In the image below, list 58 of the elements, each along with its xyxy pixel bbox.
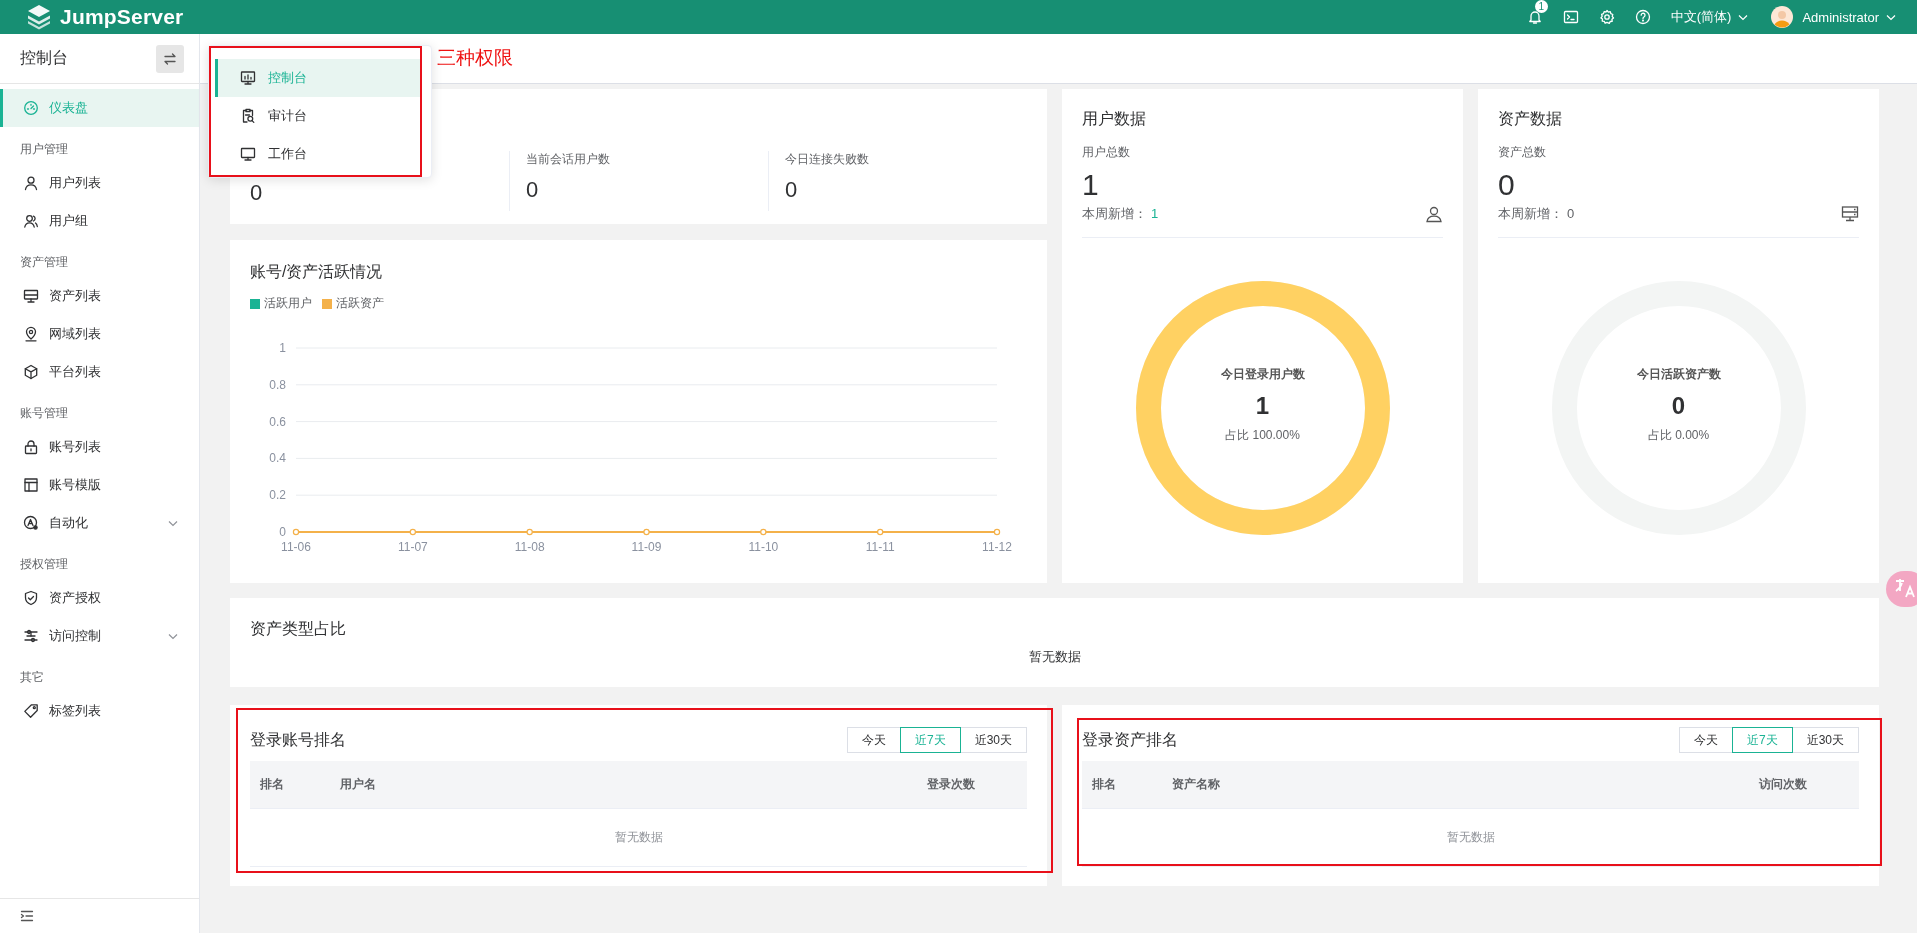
column-header: 访问次数 <box>1758 776 1807 793</box>
weekly-label: 本周新增： <box>1498 206 1563 221</box>
ring-value: 0 <box>1671 392 1686 420</box>
stat-value: 1 <box>1082 167 1099 203</box>
axis-label: 0.8 <box>269 377 286 392</box>
menu-group-label: 用户管理 <box>20 141 68 158</box>
column-header: 排名 <box>1091 776 1116 793</box>
column-header: 登录次数 <box>926 776 975 793</box>
weekly-value: 1 <box>1151 206 1159 221</box>
ring-ratio: 占比 0.00% <box>1647 427 1710 444</box>
stat-value: 0 <box>785 177 798 203</box>
ring-ratio: 占比 100.00% <box>1225 427 1300 444</box>
card-title: 资产类型占比 <box>250 619 347 639</box>
column-header: 资产名称 <box>1171 776 1220 793</box>
menu-group-label: 授权管理 <box>20 556 68 573</box>
stat-label: 今日连接失败数 <box>785 151 869 167</box>
sidebar-title: 控制台 <box>20 48 68 68</box>
weekly-value: 0 <box>1567 206 1575 221</box>
menu-group-label: 资产管理 <box>20 254 68 271</box>
stat-label: 当前会话用户数 <box>526 151 610 167</box>
empty-text: 暂无数据 <box>1028 648 1081 666</box>
annotation-text: 三种权限 <box>437 46 513 70</box>
axis-label: 11-06 <box>281 540 311 554</box>
ring-label: 今日活跃资产数 <box>1636 366 1721 383</box>
legend-label: 活跃资产 <box>336 295 384 312</box>
legend-label: 活跃用户 <box>264 295 312 312</box>
ring-value: 1 <box>1255 392 1270 420</box>
stat-label: 资产总数 <box>1498 144 1546 161</box>
axis-label: 11-08 <box>514 540 545 554</box>
logo-text: JumpServer <box>60 5 184 29</box>
card-title: 资产数据 <box>1498 109 1563 129</box>
axis-label: 11-11 <box>865 540 895 554</box>
ring-label: 今日登录用户数 <box>1220 366 1305 383</box>
axis-label: 0.6 <box>269 414 286 429</box>
notification-badge: 1 <box>1534 0 1548 13</box>
card-title: 账号/资产活跃情况 <box>250 262 383 282</box>
axis-label: 1 <box>279 341 286 355</box>
card-title: 登录账号排名 <box>250 729 346 750</box>
stat-value: 0 <box>250 180 263 206</box>
stat-value: 0 <box>526 177 539 203</box>
column-header: 用户名 <box>339 776 376 793</box>
axis-label: 11-12 <box>982 540 1012 554</box>
axis-label: 0.2 <box>269 488 286 503</box>
axis-label: 0.4 <box>269 451 286 466</box>
column-header: 排名 <box>259 776 284 793</box>
empty-text: 暂无数据 <box>614 829 663 846</box>
axis-label: 11-07 <box>397 540 428 554</box>
stat-value: 0 <box>1498 167 1515 203</box>
empty-text: 暂无数据 <box>1446 829 1495 846</box>
weekly-label: 本周新增： <box>1082 206 1147 221</box>
menu-group-label: 其它 <box>20 669 44 686</box>
menu-group-label: 账号管理 <box>20 405 68 422</box>
axis-label: 11-09 <box>631 540 662 554</box>
card-title: 登录资产排名 <box>1082 729 1178 750</box>
stat-label: 用户总数 <box>1082 144 1130 161</box>
axis-label: 0 <box>279 525 286 539</box>
axis-label: 11-10 <box>748 540 779 554</box>
card-title: 用户数据 <box>1082 109 1147 129</box>
